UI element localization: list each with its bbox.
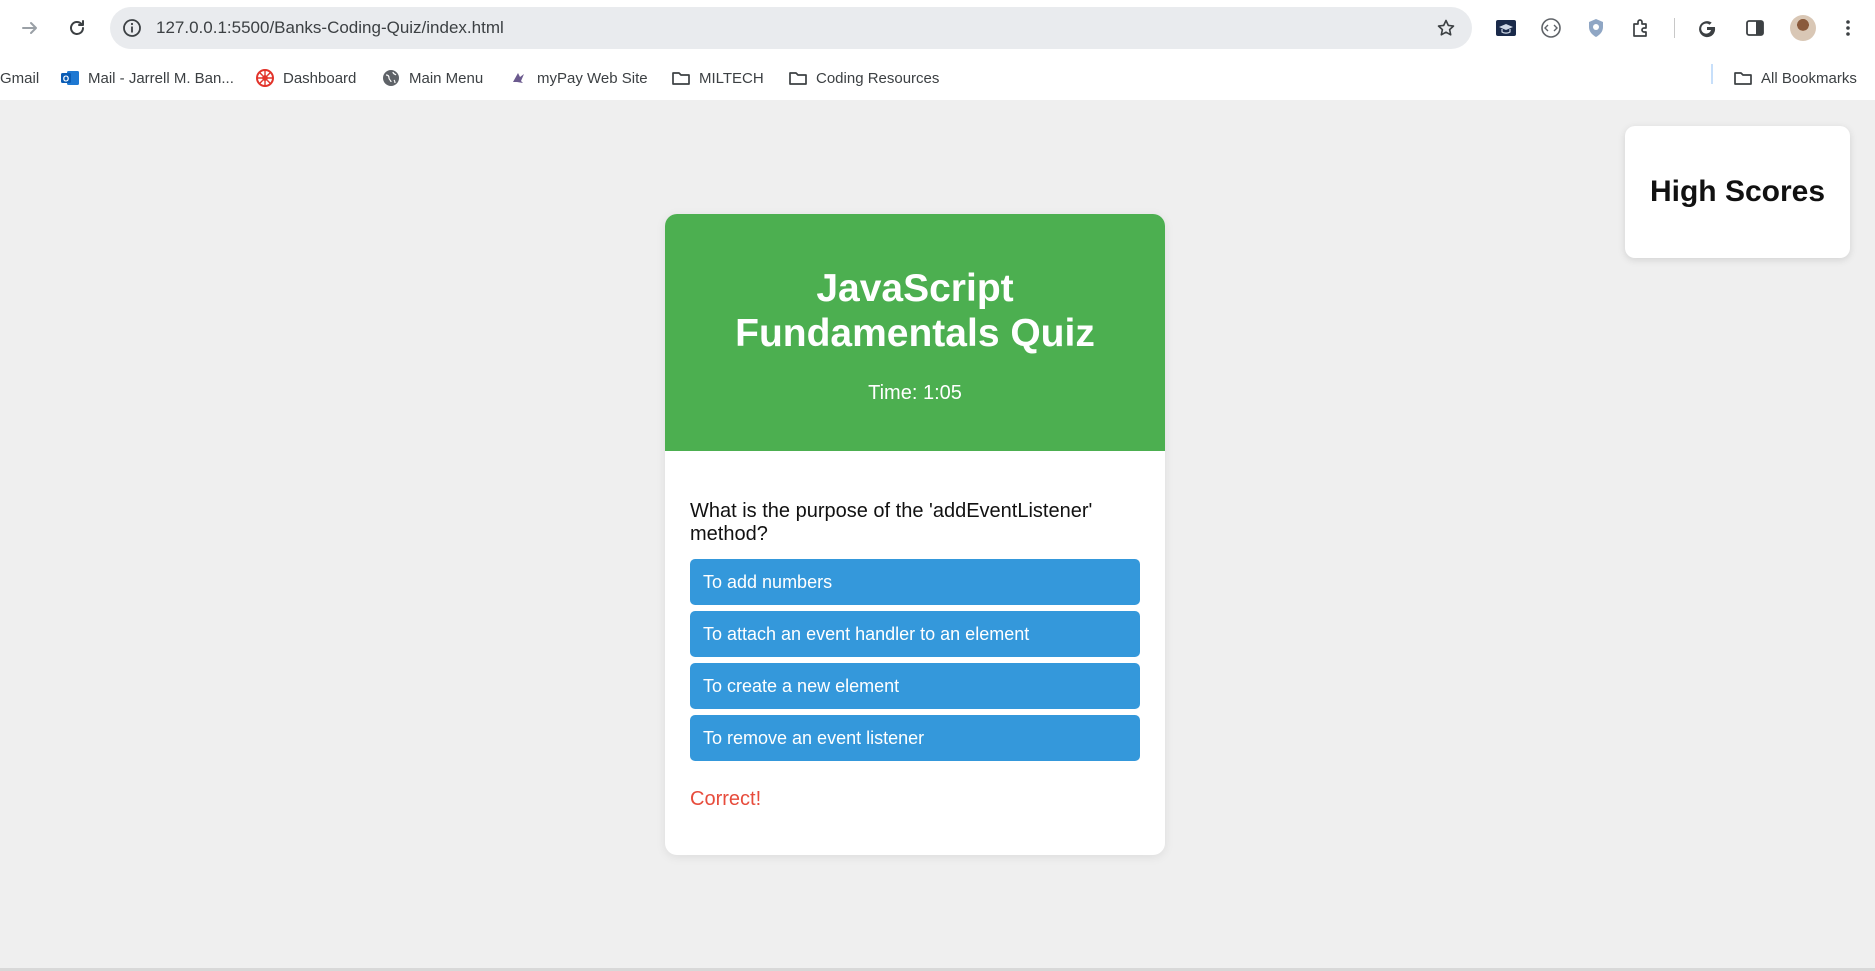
side-panel-icon[interactable] [1741, 14, 1769, 42]
answer-button[interactable]: To attach an event handler to an element [690, 611, 1140, 657]
answer-feedback: Correct! [690, 788, 762, 810]
all-bookmarks[interactable]: All Bookmarks [1733, 65, 1857, 91]
kebab-menu-icon[interactable] [1834, 14, 1862, 42]
bookmark-miltech[interactable]: MILTECH [671, 65, 764, 91]
globe-icon [381, 68, 401, 88]
bookmark-gmail[interactable]: Gmail [0, 65, 39, 91]
bookmarks-bar: Gmail O Mail - Jarrell M. Ban... Dashboa… [0, 56, 1875, 100]
bookmarks-divider [1711, 64, 1713, 84]
url-text[interactable]: 127.0.0.1:5500/Banks-Coding-Quiz/index.h… [156, 18, 504, 38]
shield-extension-icon[interactable] [1582, 14, 1610, 42]
toolbar-divider [1674, 18, 1675, 38]
info-icon[interactable] [120, 16, 144, 40]
answer-button[interactable]: To create a new element [690, 663, 1140, 709]
answer-list: To add numbers To attach an event handle… [690, 559, 1140, 767]
eagle-icon [509, 68, 529, 88]
reload-icon[interactable] [61, 12, 93, 44]
browser-toolbar: 127.0.0.1:5500/Banks-Coding-Quiz/index.h… [0, 0, 1875, 56]
bookmark-label: Dashboard [283, 69, 357, 87]
dashboard-icon [255, 68, 275, 88]
quiz-title: JavaScript Fundamentals Quiz [735, 267, 1095, 355]
bookmark-label: myPay Web Site [537, 69, 648, 87]
star-icon[interactable] [1434, 16, 1458, 40]
code-extension-icon[interactable] [1537, 14, 1565, 42]
answer-button[interactable]: To remove an event listener [690, 715, 1140, 761]
profile-avatar[interactable] [1790, 15, 1816, 41]
folder-icon [671, 68, 691, 88]
quiz-timer: Time: 1:05 [868, 382, 962, 404]
folder-icon [788, 68, 808, 88]
all-bookmarks-label: All Bookmarks [1761, 69, 1857, 87]
bookmark-dashboard[interactable]: Dashboard [255, 65, 356, 91]
question-text: What is the purpose of the 'addEventList… [690, 500, 1093, 545]
graduation-cap-extension-icon[interactable] [1492, 14, 1520, 42]
address-bar[interactable]: 127.0.0.1:5500/Banks-Coding-Quiz/index.h… [110, 7, 1472, 49]
bookmark-label: Coding Resources [816, 69, 940, 87]
svg-text:O: O [63, 75, 69, 84]
bookmark-mail[interactable]: O Mail - Jarrell M. Ban... [60, 65, 234, 91]
puzzle-extensions-icon[interactable] [1627, 14, 1655, 42]
google-icon[interactable] [1693, 14, 1721, 42]
high-scores-button[interactable]: High Scores [1625, 126, 1850, 258]
bookmark-main-menu[interactable]: Main Menu [381, 65, 483, 91]
bookmark-label: Gmail [0, 69, 40, 87]
answer-button[interactable]: To add numbers [690, 559, 1140, 605]
bookmark-mypay[interactable]: myPay Web Site [509, 65, 648, 91]
bookmark-coding-resources[interactable]: Coding Resources [788, 65, 939, 91]
bookmark-label: Mail - Jarrell M. Ban... [88, 69, 234, 87]
outlook-icon: O [60, 68, 80, 88]
folder-icon [1733, 68, 1753, 88]
bookmark-label: Main Menu [409, 69, 484, 87]
quiz-header: JavaScript Fundamentals Quiz Time: 1:05 [665, 214, 1165, 451]
arrow-right-icon[interactable] [14, 12, 46, 44]
bookmark-label: MILTECH [699, 69, 764, 87]
quiz-card: JavaScript Fundamentals Quiz Time: 1:05 … [665, 214, 1165, 855]
